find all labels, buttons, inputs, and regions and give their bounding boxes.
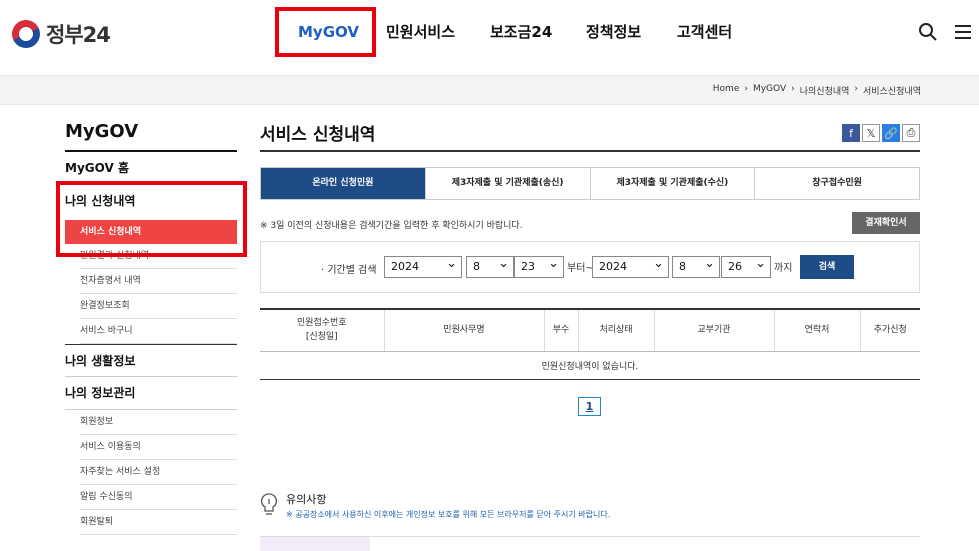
sidebar-subitem-completed-info[interactable]: 완결정보조회 [80, 294, 237, 319]
sidebar-subitem-service-consent[interactable]: 서비스 이용동의 [80, 435, 237, 460]
empty-table-message: 민원신청내역이 없습니다. [260, 351, 920, 380]
sidebar-item-life-info[interactable]: 나의 생활정보 [65, 344, 237, 377]
column-header-receipt-number: 민원접수번호 [신청일] [260, 308, 384, 352]
from-suffix: 부터~ [567, 263, 594, 274]
from-year-select[interactable]: 2024 [384, 254, 462, 278]
to-day-select[interactable]: 26 [721, 254, 771, 278]
sidebar-subitem-favorites-settings[interactable]: 자주찾는 서비스 설정 [80, 460, 237, 485]
column-header-status: 처리상태 [577, 308, 654, 352]
search-icon[interactable] [918, 22, 938, 42]
sidebar-subitem-member-info[interactable]: 회원정보 [80, 410, 237, 435]
to-month-select[interactable]: 8 [672, 254, 720, 278]
sidebar-subitem-withdraw[interactable]: 회원탈퇴 [80, 510, 237, 535]
table-row: 민원신청내역이 없습니다. [260, 351, 920, 380]
column-header-copies: 부수 [543, 308, 578, 352]
print-icon[interactable]: ⎙ [902, 124, 920, 142]
column-header-contact: 연락처 [773, 308, 860, 352]
breadcrumb-separator: › [744, 84, 748, 94]
sidebar-subitem-notification-consent[interactable]: 알림 수신동의 [80, 485, 237, 510]
x-twitter-icon[interactable]: 𝕏 [862, 124, 880, 142]
breadcrumb: Home › MyGOV › 나의신청내역 › 서비스신청내역 [713, 84, 921, 97]
approval-certificate-button[interactable]: 결재확인서 [852, 212, 920, 234]
share-bar: f 𝕏 🔗 ⎙ [842, 124, 920, 142]
tab-counter-applications[interactable]: 창구접수민원 [754, 168, 919, 199]
page-number-1[interactable]: 1 [578, 397, 601, 416]
to-suffix: 까지 [774, 263, 793, 274]
from-month-select[interactable]: 8 [466, 254, 514, 278]
column-header-issuing-agency: 교부기관 [653, 308, 774, 352]
sidebar-subitem-service-basket[interactable]: 서비스 바구니 [80, 319, 237, 344]
breadcrumb-home[interactable]: Home [713, 84, 740, 97]
nav-policy[interactable]: 정책정보 [586, 22, 641, 42]
page-title: 서비스 신청내역 [260, 120, 920, 152]
caution-text: ※ 공공장소에서 사용하신 이후에는 개인정보 보호를 위해 모든 브라우저를 … [286, 510, 611, 519]
global-nav: MyGOV 민원서비스 보조금24 정책정보 고객센터 [0, 22, 979, 52]
bottom-info-strip [260, 536, 920, 551]
tab-third-party-sent[interactable]: 제3자제출 및 기관제출(송신) [424, 168, 590, 199]
search-label: · 기간별 검색 [321, 265, 377, 276]
main-content: 서비스 신청내역 f 𝕏 🔗 ⎙ 온라인 신청민원 제3자제출 및 기관제출(송… [260, 120, 920, 551]
column-header-service-name: 민원사무명 [383, 308, 544, 352]
nav-customer-center[interactable]: 고객센터 [677, 22, 732, 42]
highlight-box-mygov [275, 7, 376, 57]
sidebar-submenu-info-management: 회원정보 서비스 이용동의 자주찾는 서비스 설정 알림 수신동의 회원탈퇴 [65, 410, 237, 535]
tab-third-party-received[interactable]: 제3자제출 및 기관제출(수신) [589, 168, 755, 199]
search-button[interactable]: 검색 [800, 255, 854, 279]
facebook-icon[interactable]: f [842, 124, 860, 142]
sidebar-title: MyGOV [65, 120, 237, 152]
breadcrumb-mygov[interactable]: MyGOV [753, 84, 786, 97]
breadcrumb-separator: › [791, 84, 795, 94]
table-header-row: 민원접수번호 [신청일] 민원사무명 부수 처리상태 교부기관 연락처 추가신청 [260, 308, 920, 352]
highlight-box-my-applications [56, 181, 247, 257]
from-day-select[interactable]: 23 [514, 254, 564, 278]
column-header-additional-request: 추가신청 [859, 308, 920, 352]
breadcrumb-current: 서비스신청내역 [863, 87, 921, 97]
nav-subsidy[interactable]: 보조금24 [490, 22, 552, 42]
to-year-select[interactable]: 2024 [592, 254, 669, 278]
tab-bar: 온라인 신청민원 제3자제출 및 기관제출(송신) 제3자제출 및 기관제출(수… [260, 167, 920, 200]
breadcrumb-bar: Home › MyGOV › 나의신청내역 › 서비스신청내역 [0, 75, 979, 105]
breadcrumb-my-applications[interactable]: 나의신청내역 [800, 84, 850, 97]
site-header: 정부24 MyGOV 민원서비스 보조금24 정책정보 고객센터 [0, 0, 979, 75]
menu-icon[interactable] [953, 22, 973, 42]
tab-online-applications[interactable]: 온라인 신청민원 [261, 168, 425, 199]
nav-civil-service[interactable]: 민원서비스 [386, 22, 455, 42]
lightbulb-icon [261, 493, 277, 515]
sidebar-item-info-management[interactable]: 나의 정보관리 [65, 377, 237, 410]
search-box: · 기간별 검색 2024 8 23 부터~ 2024 8 26 까지 검색 [260, 241, 920, 293]
search-notice: ※ 3일 이전의 신청내용은 검색기간을 입력한 후 확인하시기 바랍니다. [260, 221, 523, 231]
applications-table: 민원접수번호 [신청일] 민원사무명 부수 처리상태 교부기관 연락처 추가신청 … [260, 308, 920, 380]
link-icon[interactable]: 🔗 [882, 124, 900, 142]
caution-title: 유의사항 [286, 493, 327, 506]
sidebar-subitem-e-certificates[interactable]: 전자증명서 내역 [80, 269, 237, 294]
breadcrumb-separator: › [854, 84, 859, 94]
